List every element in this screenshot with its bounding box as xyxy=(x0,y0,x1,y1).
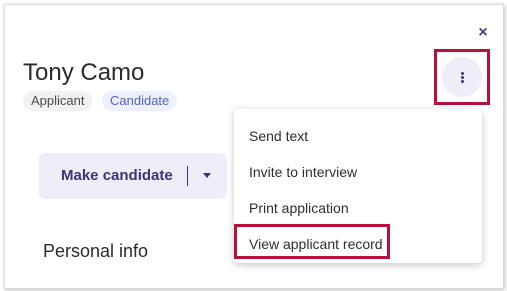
make-candidate-button[interactable]: Make candidate xyxy=(61,153,173,199)
status-tag-applicant: Applicant xyxy=(23,91,93,111)
menu-item-print-application[interactable]: Print application xyxy=(249,200,349,216)
personal-info-heading: Personal info xyxy=(43,241,149,261)
applicant-name: Tony Camo xyxy=(23,59,145,86)
close-icon[interactable]: × xyxy=(475,25,491,41)
menu-item-send-text[interactable]: Send text xyxy=(249,128,308,144)
view-record-highlight-box xyxy=(234,224,390,259)
applicant-panel: × Tony Camo Applicant Candidate Make can… xyxy=(4,4,504,289)
status-tag-candidate: Candidate xyxy=(102,91,178,111)
more-options-highlight-box xyxy=(434,49,490,105)
chevron-down-icon[interactable] xyxy=(195,153,219,199)
menu-item-invite-to-interview[interactable]: Invite to interview xyxy=(249,164,357,180)
make-candidate-split-button: Make candidate xyxy=(39,153,227,199)
split-divider xyxy=(187,166,188,186)
